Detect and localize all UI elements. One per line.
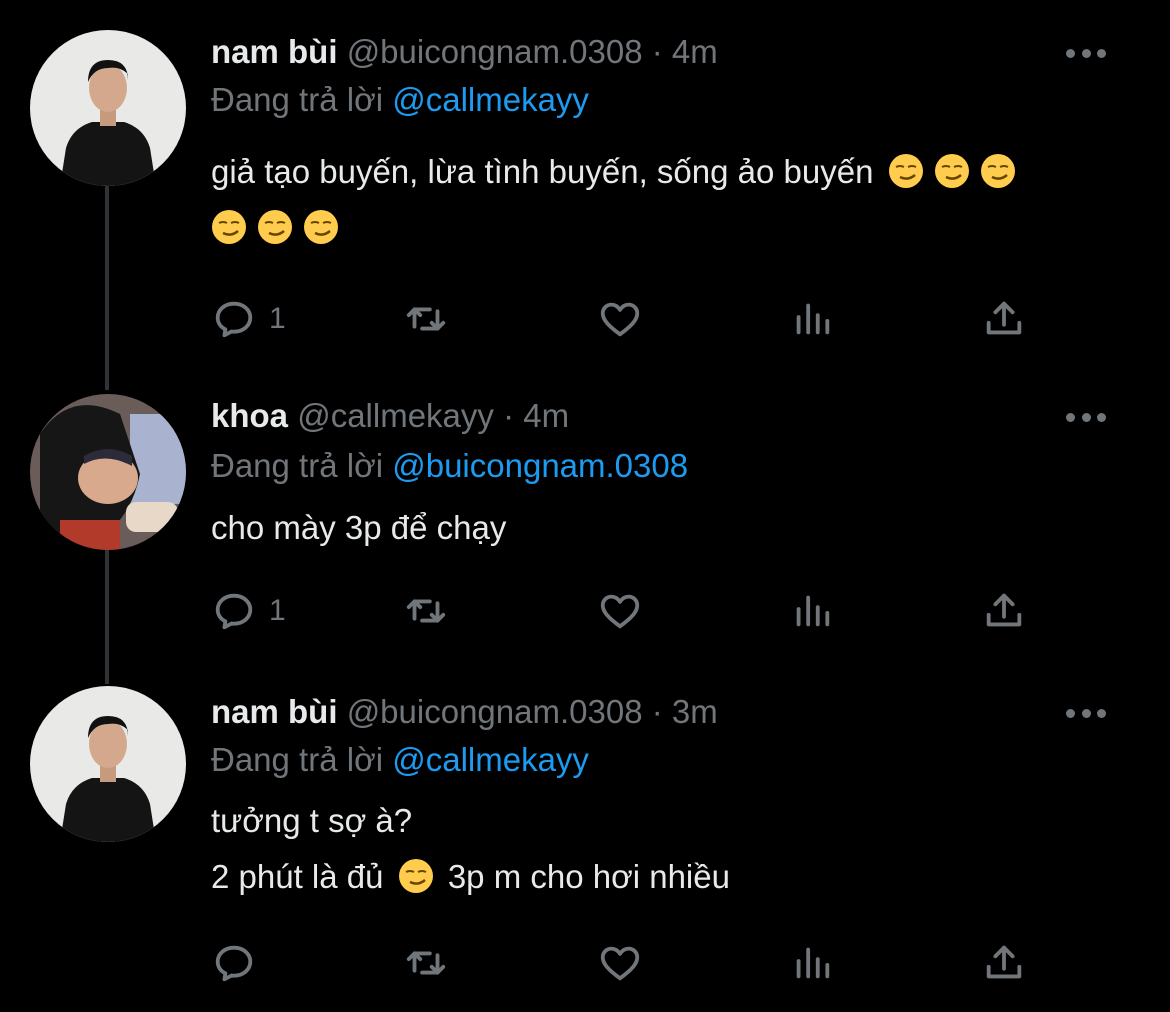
- tweet-actions: 1: [211, 586, 1051, 636]
- bar-chart-icon: [796, 303, 830, 335]
- more-options-icon[interactable]: [1066, 407, 1106, 427]
- smirking-face-emoji: [980, 154, 1015, 188]
- views-button[interactable]: [789, 938, 835, 988]
- tweet-header: nam bùi @buicongnam.0308 · 4m: [211, 30, 718, 74]
- avatar-image: [30, 686, 186, 842]
- separator-dot: ·: [503, 397, 515, 434]
- retweet-button[interactable]: [403, 294, 449, 344]
- tweet[interactable]: nam bùi @buicongnam.0308 · 3m Đang trả l…: [0, 686, 1170, 1006]
- replying-prefix: Đang trả lời: [211, 741, 393, 778]
- avatar[interactable]: [30, 30, 186, 186]
- views-button[interactable]: [789, 586, 835, 636]
- reply-count: 1: [269, 594, 286, 627]
- more-options-icon[interactable]: [1066, 703, 1106, 723]
- tweet-text-line: 3p m cho hơi nhiều: [447, 858, 730, 895]
- replying-to: Đang trả lời @callmekayy: [211, 738, 589, 782]
- retweet-button[interactable]: [403, 586, 449, 636]
- retweet-arrows-icon: [406, 599, 446, 623]
- bar-chart-icon: [796, 595, 830, 627]
- tweet-header: khoa @callmekayy · 4m: [211, 394, 569, 438]
- smirking-face-emoji: [934, 154, 969, 188]
- speech-bubble-icon: [215, 945, 253, 982]
- tweet-text: giả tạo buyến, lừa tình buyến, sống ảo b…: [211, 144, 1121, 256]
- separator-dot: ·: [651, 693, 663, 730]
- smirking-face-emoji: [888, 154, 923, 188]
- tweet-text-line: giả tạo buyến, lừa tình buyến, sống ảo b…: [211, 153, 874, 190]
- timestamp[interactable]: 3m: [672, 693, 718, 730]
- heart-outline-icon: [600, 302, 640, 337]
- replying-prefix: Đang trả lời: [211, 447, 393, 484]
- tweet[interactable]: nam bùi @buicongnam.0308 · 4m Đang trả l…: [0, 30, 1170, 360]
- avatar[interactable]: [30, 686, 186, 842]
- tweet-text: tưởng t sợ à? 2 phút là đủ 3p m cho hơi …: [211, 793, 1121, 905]
- separator-dot: ·: [651, 33, 663, 70]
- reply-button[interactable]: 1: [211, 294, 286, 344]
- display-name[interactable]: khoa: [211, 397, 288, 434]
- like-button[interactable]: [597, 586, 643, 636]
- tweet-text-line: tưởng t sợ à?: [211, 802, 413, 839]
- like-button[interactable]: [597, 938, 643, 988]
- tweet-text: cho mày 3p để chạy: [211, 500, 1121, 556]
- reply-button[interactable]: [211, 938, 269, 988]
- timestamp[interactable]: 4m: [672, 33, 718, 70]
- tweet-actions: [211, 938, 1051, 988]
- share-button[interactable]: [981, 294, 1027, 344]
- share-upload-icon: [986, 945, 1022, 979]
- avatar[interactable]: [30, 394, 186, 550]
- retweet-arrows-icon: [406, 951, 446, 975]
- display-name[interactable]: nam bùi: [211, 693, 338, 730]
- timestamp[interactable]: 4m: [523, 397, 569, 434]
- bar-chart-icon: [796, 947, 830, 979]
- mention-link[interactable]: @callmekayy: [392, 741, 589, 778]
- views-button[interactable]: [789, 294, 835, 344]
- tweet-text-line: 2 phút là đủ: [211, 858, 384, 895]
- user-handle[interactable]: @callmekayy: [297, 397, 494, 434]
- user-handle[interactable]: @buicongnam.0308: [347, 33, 643, 70]
- smirking-face-emoji: [258, 210, 292, 244]
- heart-outline-icon: [600, 946, 640, 981]
- like-button[interactable]: [597, 294, 643, 344]
- replying-prefix: Đang trả lời: [211, 81, 393, 118]
- share-button[interactable]: [981, 586, 1027, 636]
- more-options-icon[interactable]: [1066, 43, 1106, 63]
- mention-link[interactable]: @callmekayy: [392, 81, 589, 118]
- heart-outline-icon: [600, 594, 640, 629]
- share-button[interactable]: [981, 938, 1027, 988]
- reply-button[interactable]: 1: [211, 586, 286, 636]
- speech-bubble-icon: [215, 301, 253, 338]
- avatar-image: [30, 30, 186, 186]
- avatar-image: [30, 394, 186, 550]
- tweet-text-line: cho mày 3p để chạy: [211, 509, 507, 546]
- mention-link[interactable]: @buicongnam.0308: [392, 447, 688, 484]
- reply-count: 1: [269, 302, 286, 335]
- share-upload-icon: [986, 301, 1022, 335]
- share-upload-icon: [986, 593, 1022, 627]
- tweet[interactable]: khoa @callmekayy · 4m Đang trả lời @buic…: [0, 394, 1170, 654]
- smirking-face-emoji: [212, 210, 246, 244]
- retweet-arrows-icon: [406, 307, 446, 331]
- speech-bubble-icon: [215, 593, 253, 630]
- tweet-header: nam bùi @buicongnam.0308 · 3m: [211, 690, 718, 734]
- replying-to: Đang trả lời @buicongnam.0308: [211, 444, 688, 488]
- retweet-button[interactable]: [403, 938, 449, 988]
- user-handle[interactable]: @buicongnam.0308: [347, 693, 643, 730]
- smirking-face-emoji: [398, 859, 433, 893]
- tweet-actions: 1: [211, 294, 1051, 344]
- smirking-face-emoji: [304, 210, 338, 244]
- replying-to: Đang trả lời @callmekayy: [211, 78, 589, 122]
- display-name[interactable]: nam bùi: [211, 33, 338, 70]
